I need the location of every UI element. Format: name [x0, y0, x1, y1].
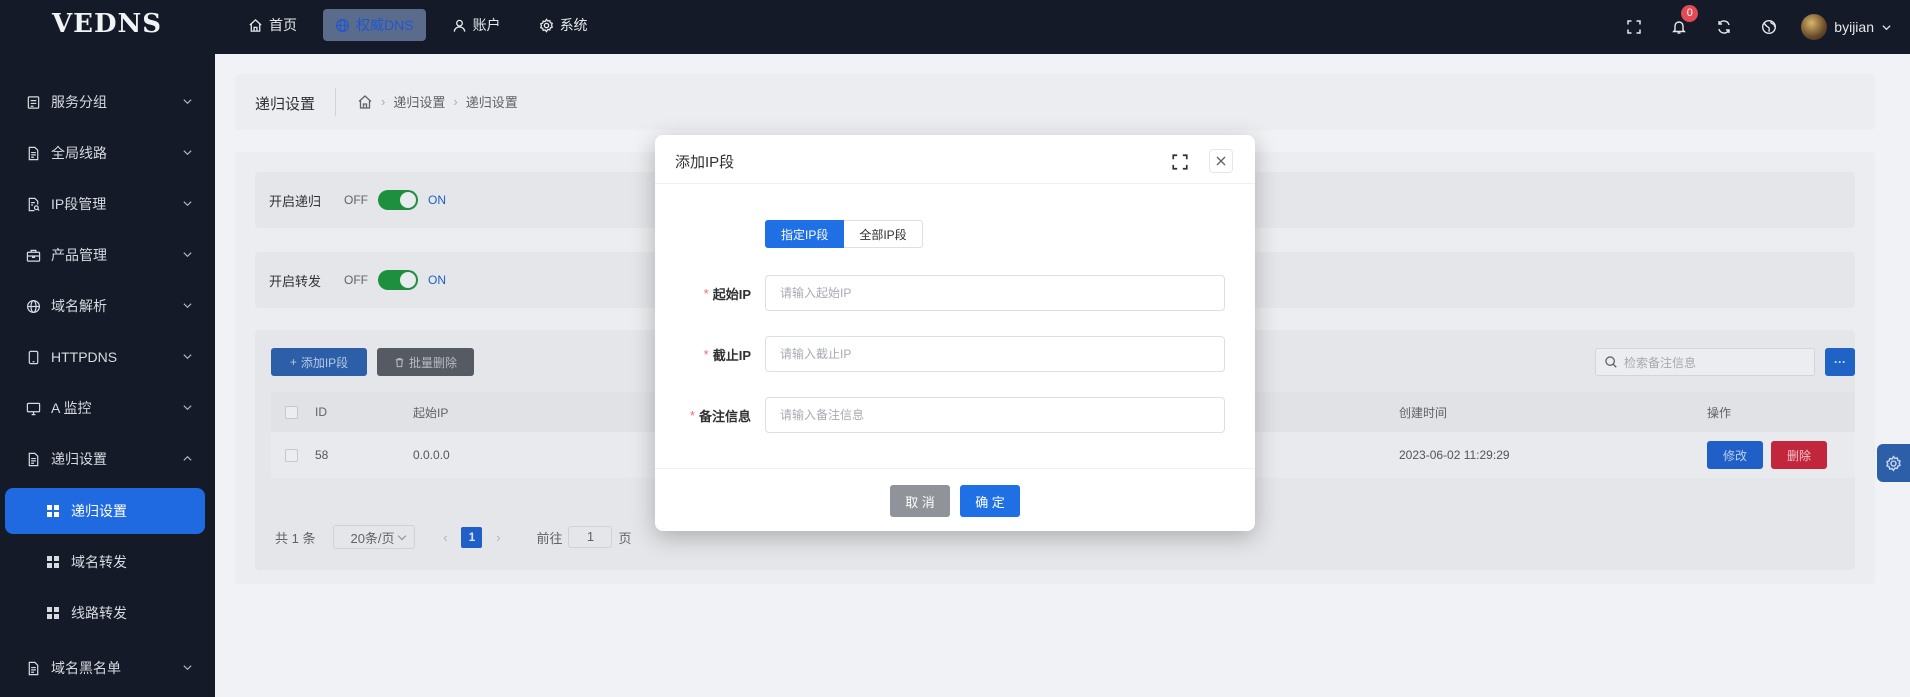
field-label-text: 起始IP	[712, 286, 751, 302]
confirm-button[interactable]: 确 定	[960, 485, 1020, 517]
fullscreen-icon[interactable]	[1171, 153, 1189, 171]
field-label: * 截止IP	[669, 336, 751, 372]
dialog-close-button[interactable]	[1209, 149, 1233, 173]
ip-range-type-toggle: 指定IP段 全部IP段	[765, 220, 923, 248]
form-row-end-ip: * 截止IP	[655, 336, 1255, 372]
field-label: * 起始IP	[669, 275, 751, 311]
add-ip-segment-dialog: 添加IP段 指定IP段 全部IP段 *起始IP *截止IP *备注信息 取 消 …	[655, 135, 1255, 531]
close-icon	[1216, 156, 1226, 166]
required-mark: *	[703, 285, 709, 301]
divider	[655, 468, 1255, 469]
divider	[655, 183, 1255, 184]
start-ip-input[interactable]	[765, 275, 1225, 311]
segment-all[interactable]: 全部IP段	[844, 220, 923, 248]
required-mark: *	[703, 346, 709, 362]
end-ip-input[interactable]	[765, 336, 1225, 372]
cancel-button[interactable]: 取 消	[890, 485, 950, 517]
required-mark: *	[689, 407, 695, 423]
form-row-remark: * 备注信息	[655, 397, 1255, 433]
field-label-text: 备注信息	[698, 408, 751, 424]
segment-specified[interactable]: 指定IP段	[765, 220, 845, 248]
dialog-title: 添加IP段	[675, 154, 735, 171]
remark-input[interactable]	[765, 397, 1225, 433]
form-row-start-ip: * 起始IP	[655, 275, 1255, 311]
field-label: * 备注信息	[669, 397, 751, 433]
field-label-text: 截止IP	[712, 347, 751, 363]
